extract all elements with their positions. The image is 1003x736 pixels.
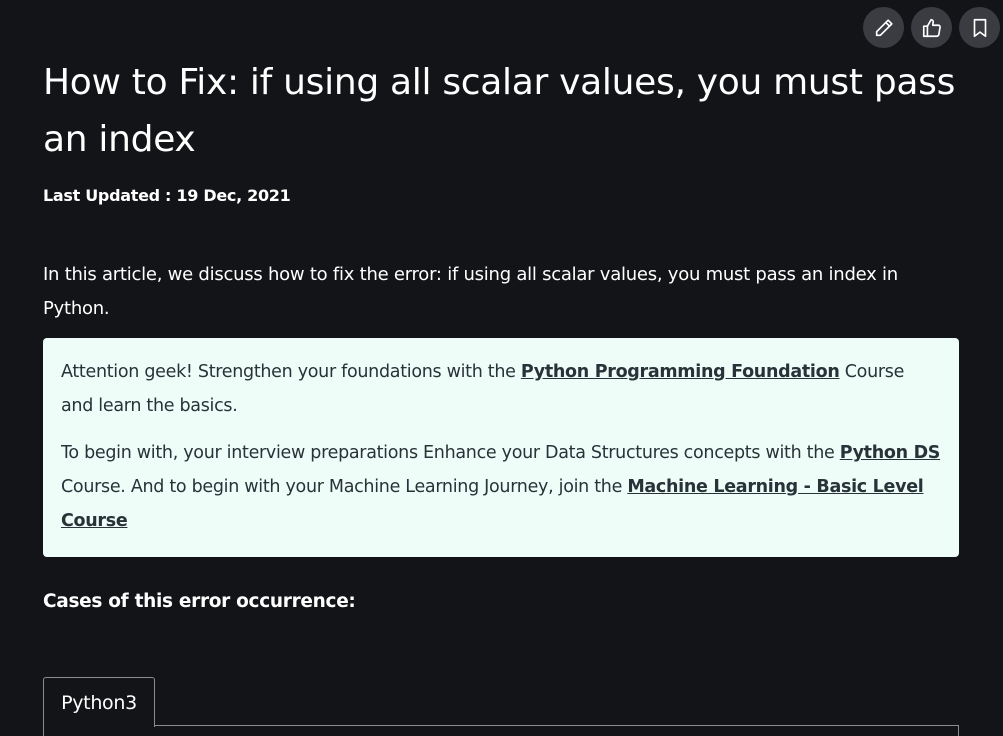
article-toolbar	[863, 7, 1000, 48]
python-foundation-link[interactable]: Python Programming Foundation	[521, 362, 840, 382]
course-promo-callout: Attention geek! Strengthen your foundati…	[43, 338, 959, 557]
thumbs-up-icon	[922, 18, 941, 37]
promo-paragraph-2: To begin with, your interview preparatio…	[61, 436, 941, 538]
edit-button[interactable]	[863, 7, 904, 48]
article-title: How to Fix: if using all scalar values, …	[43, 62, 956, 160]
last-updated-date: Last Updated : 19 Dec, 2021	[43, 186, 291, 205]
promo-paragraph-1: Attention geek! Strengthen your foundati…	[61, 355, 941, 423]
article-intro: In this article, we discuss how to fix t…	[43, 264, 898, 319]
code-block-frame	[43, 725, 959, 736]
promo-text: To begin with, your interview preparatio…	[61, 443, 840, 463]
section-heading: Cases of this error occurrence:	[43, 591, 356, 612]
like-button[interactable]	[911, 7, 952, 48]
tab-python3[interactable]: Python3	[43, 677, 155, 727]
promo-text: Attention geek! Strengthen your foundati…	[61, 362, 521, 382]
pencil-icon	[875, 18, 893, 36]
promo-text: Course. And to begin with your Machine L…	[61, 477, 628, 497]
python-ds-link[interactable]: Python DS	[840, 443, 941, 463]
article-page: How to Fix: if using all scalar values, …	[0, 0, 1003, 736]
bookmark-button[interactable]	[959, 7, 1000, 48]
bookmark-icon	[973, 18, 986, 37]
